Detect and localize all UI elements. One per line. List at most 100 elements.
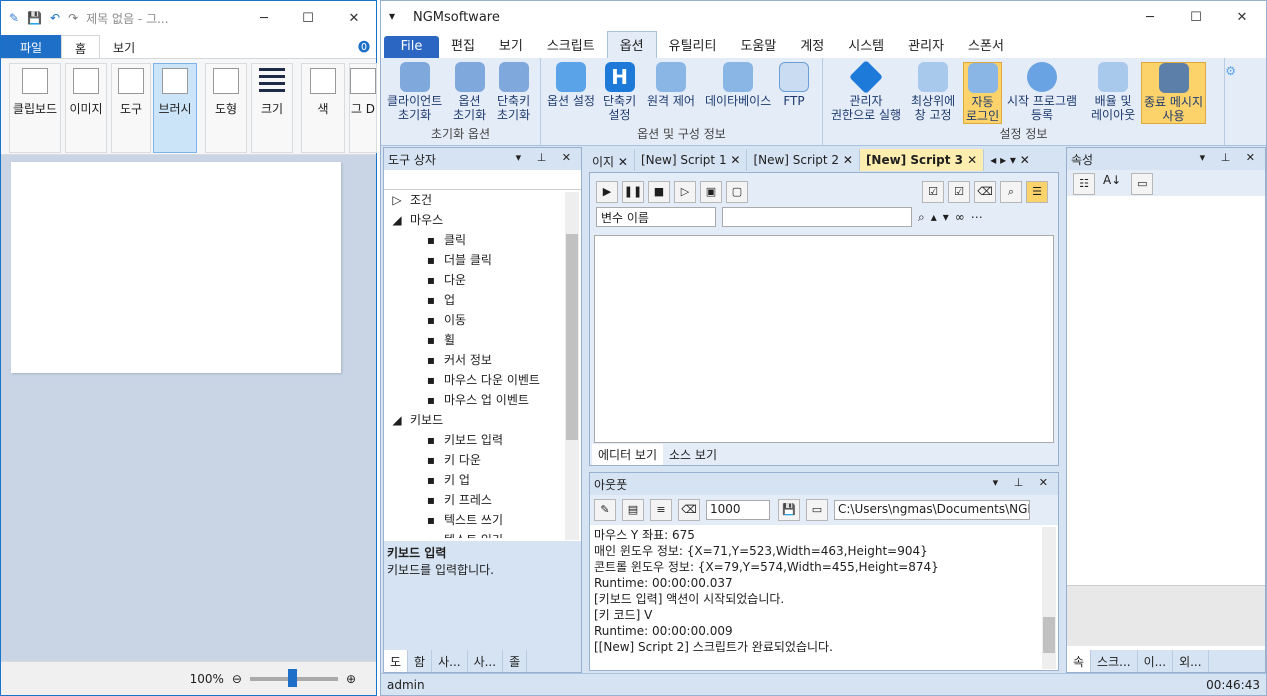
output-scrollbar[interactable]: [1042, 527, 1056, 669]
tab-source-view[interactable]: 소스 보기: [663, 444, 723, 465]
tab-file[interactable]: 파일: [1, 35, 61, 58]
menu-utility[interactable]: 유틸리티: [657, 32, 729, 58]
open-folder-icon[interactable]: ▭: [806, 499, 828, 521]
zoom-slider[interactable]: [249, 668, 338, 687]
size-group[interactable]: 크기: [251, 63, 293, 153]
undo-icon[interactable]: ↶: [50, 11, 60, 25]
menu-edit[interactable]: 편집: [439, 32, 487, 58]
doc-tab-script2[interactable]: [New] Script 2 ✕: [747, 149, 860, 171]
toolbox-search-input[interactable]: [384, 170, 581, 190]
toolbox-item[interactable]: ▪ 클릭: [390, 230, 581, 250]
log-file-icon[interactable]: ▤: [622, 499, 644, 521]
toolbox-item[interactable]: ▪ 커서 정보: [390, 350, 581, 370]
reset-options-button[interactable]: 옵션 초기화: [453, 62, 486, 122]
tab-nav-controls[interactable]: ◂ ▸ ▾ ✕: [984, 149, 1036, 171]
tab-editor-view[interactable]: 에디터 보기: [592, 444, 664, 465]
toolbox-scrollbar[interactable]: [565, 192, 579, 540]
menu-system[interactable]: 시스템: [836, 32, 896, 58]
tab-image[interactable]: 이...: [1138, 650, 1174, 672]
maximize-button[interactable]: ☐: [285, 1, 331, 35]
tree-icon[interactable]: ☰: [1026, 181, 1048, 203]
drawing-canvas[interactable]: [11, 162, 341, 373]
help-icon[interactable]: ⓿: [352, 35, 376, 58]
tab-external[interactable]: 외...: [1173, 650, 1209, 672]
check-icon[interactable]: ☑: [948, 181, 970, 203]
step-out-icon[interactable]: ▢: [726, 181, 748, 203]
ngm-close-button[interactable]: ✕: [1219, 1, 1265, 33]
doc-tab-script3[interactable]: [New] Script 3 ✕: [859, 149, 985, 171]
up-icon[interactable]: ▴: [931, 210, 937, 224]
toolbox-item[interactable]: ◢ 키보드: [390, 410, 581, 430]
option-settings-button[interactable]: 옵션 설정: [547, 62, 595, 108]
tab-script[interactable]: 스크...: [1091, 650, 1138, 672]
startup-register-button[interactable]: 시작 프로그램 등록: [1007, 62, 1077, 122]
toolbox-item[interactable]: ▪ 업: [390, 290, 581, 310]
toolbox-item[interactable]: ▪ 텍스트 읽기: [390, 530, 581, 538]
stop-icon[interactable]: ■: [648, 181, 670, 203]
play-icon[interactable]: ▶: [596, 181, 618, 203]
toolbox-item[interactable]: ▪ 키 업: [390, 470, 581, 490]
panel-controls[interactable]: ▾ ⊥ ✕: [1200, 151, 1261, 164]
exit-message-button[interactable]: 종료 메시지 사용: [1141, 62, 1207, 124]
clipboard-group[interactable]: 클립보드: [9, 63, 61, 153]
loop-icon[interactable]: ∞: [955, 210, 965, 224]
menu-view[interactable]: 보기: [487, 32, 535, 58]
tab-functions[interactable]: 함: [408, 650, 433, 672]
menu-options[interactable]: 옵션: [606, 31, 657, 58]
toolbox-item[interactable]: ▪ 마우스 업 이벤트: [390, 390, 581, 410]
menu-sponsor[interactable]: 스폰서: [956, 32, 1016, 58]
toolbox-item[interactable]: ▪ 키보드 입력: [390, 430, 581, 450]
save-icon[interactable]: 💾: [27, 11, 42, 25]
delete-icon[interactable]: ⌫: [974, 181, 996, 203]
edit-colors-group[interactable]: 그 D: [349, 63, 377, 153]
more-icon[interactable]: ⋯: [971, 210, 983, 224]
toolbox-item[interactable]: ▪ 더블 클릭: [390, 250, 581, 270]
toolbox-item[interactable]: ▪ 이동: [390, 310, 581, 330]
scale-layout-button[interactable]: 배율 및 레이아웃: [1091, 62, 1135, 122]
check-all-icon[interactable]: ☑: [922, 181, 944, 203]
panel-controls[interactable]: ▾ ⊥ ✕: [516, 151, 577, 164]
ngm-maximize-button[interactable]: ☐: [1173, 1, 1219, 33]
menu-script[interactable]: 스크립트: [535, 32, 607, 58]
sort-az-icon[interactable]: A↓: [1103, 173, 1121, 193]
always-on-top-button[interactable]: 최상위에 창 고정: [911, 62, 955, 122]
variable-value-input[interactable]: [722, 207, 912, 227]
toolbox-item[interactable]: ▪ 키 다운: [390, 450, 581, 470]
tab-dictionary-2[interactable]: 사...: [468, 650, 504, 672]
doc-tab-image[interactable]: 이지 ✕: [586, 149, 635, 171]
log-count-input[interactable]: 1000: [706, 500, 770, 520]
reset-shortcut-button[interactable]: 단축키 초기화: [497, 62, 530, 122]
tools-group[interactable]: 도구: [111, 63, 151, 153]
menu-file[interactable]: File: [384, 36, 439, 58]
tab-favorites[interactable]: 졸: [503, 650, 528, 672]
down-icon[interactable]: ▾: [943, 210, 949, 224]
settings-gear-icon[interactable]: ⚙: [1225, 64, 1236, 78]
search-icon[interactable]: ⌕: [918, 210, 925, 225]
menu-help[interactable]: 도움말: [728, 32, 788, 58]
close-button[interactable]: ✕: [331, 1, 377, 35]
tab-view[interactable]: 보기: [100, 35, 148, 58]
redo-icon[interactable]: ↷: [68, 11, 78, 25]
script-editor-canvas[interactable]: [594, 235, 1054, 443]
tab-dictionary[interactable]: 사...: [432, 650, 468, 672]
clear-log-icon[interactable]: ✎: [594, 499, 616, 521]
variable-select[interactable]: 변수 이름: [596, 207, 716, 227]
toolbox-item[interactable]: ▪ 텍스트 쓰기: [390, 510, 581, 530]
save-log-icon[interactable]: 💾: [778, 499, 800, 521]
run-as-admin-button[interactable]: 관리자 권한으로 실행: [831, 60, 901, 122]
doc-tab-script1[interactable]: [New] Script 1 ✕: [635, 149, 748, 171]
ftp-button[interactable]: FTP: [779, 62, 809, 108]
find-icon[interactable]: ⌕: [1000, 181, 1022, 203]
step-icon[interactable]: ▷: [674, 181, 696, 203]
tab-home[interactable]: 홈: [61, 35, 101, 58]
pause-icon[interactable]: ❚❚: [622, 181, 644, 203]
tab-toolbox[interactable]: 도: [384, 650, 409, 672]
menu-admin[interactable]: 관리자: [896, 32, 956, 58]
database-button[interactable]: 데이타베이스: [705, 62, 771, 108]
property-pages-icon[interactable]: ▭: [1131, 173, 1154, 195]
shortcut-settings-button[interactable]: H 단축키 설정: [603, 62, 636, 122]
tab-properties[interactable]: 속: [1067, 650, 1092, 672]
auto-login-button[interactable]: 자동 로그인: [963, 62, 1003, 124]
brush-group[interactable]: 브러시: [153, 63, 197, 153]
shapes-group[interactable]: 도형: [205, 63, 247, 153]
